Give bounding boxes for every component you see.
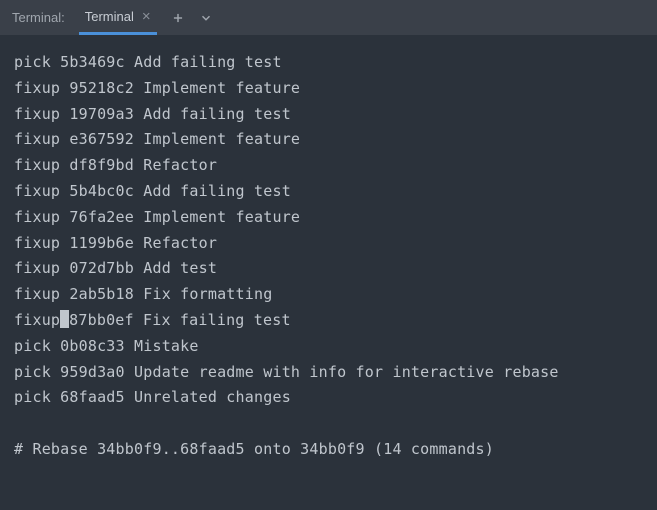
header-label: Terminal: <box>12 10 65 25</box>
rebase-line: pick 0b08c33 Mistake <box>14 334 643 360</box>
rebase-line: fixup 5b4bc0c Add failing test <box>14 179 643 205</box>
terminal-output[interactable]: pick 5b3469c Add failing testfixup 95218… <box>0 36 657 477</box>
rebase-line: fixup 072d7bb Add test <box>14 256 643 282</box>
terminal-tab[interactable]: Terminal × <box>79 0 157 35</box>
chevron-down-icon[interactable] <box>199 11 213 25</box>
close-icon[interactable]: × <box>142 9 151 24</box>
terminal-header: Terminal: Terminal × <box>0 0 657 36</box>
rebase-line: fixup 19709a3 Add failing test <box>14 102 643 128</box>
rebase-line: pick 68faad5 Unrelated changes <box>14 385 643 411</box>
cursor <box>60 310 69 328</box>
rebase-line: fixup 1199b6e Refactor <box>14 231 643 257</box>
rebase-line: fixup87bb0ef Fix failing test <box>14 308 643 334</box>
rebase-line: pick 5b3469c Add failing test <box>14 50 643 76</box>
rebase-line: fixup 95218c2 Implement feature <box>14 76 643 102</box>
tab-label: Terminal <box>85 9 134 24</box>
rebase-line: fixup 76fa2ee Implement feature <box>14 205 643 231</box>
rebase-footer: # Rebase 34bb0f9..68faad5 onto 34bb0f9 (… <box>14 437 643 463</box>
blank-line <box>14 411 643 437</box>
plus-icon[interactable] <box>171 11 185 25</box>
rebase-line: fixup 2ab5b18 Fix formatting <box>14 282 643 308</box>
rebase-line: fixup e367592 Implement feature <box>14 127 643 153</box>
rebase-line: fixup df8f9bd Refactor <box>14 153 643 179</box>
rebase-line: pick 959d3a0 Update readme with info for… <box>14 360 643 386</box>
